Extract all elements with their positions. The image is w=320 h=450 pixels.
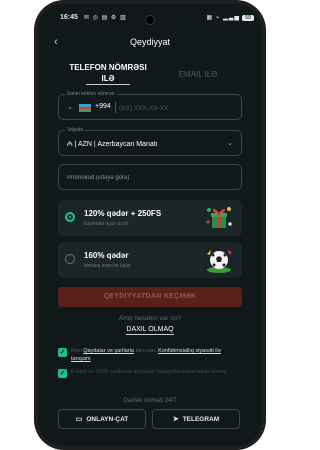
tab-phone-label-line2: ILƏ — [101, 74, 115, 83]
promo-code-field[interactable] — [58, 164, 242, 190]
online-chat-label: ONLAYN-ÇAT — [86, 416, 129, 423]
sms-consent-text: E-poçt və SMS vasitəsilə aksiyalar haqqı… — [71, 369, 227, 375]
currency-select[interactable]: Valyuta ₼ | AZN | Azerbaycan Manatı ⌄ — [58, 127, 242, 156]
telegram-button[interactable]: ➤ TELEGRAM — [152, 409, 240, 429]
telegram-label: TELEGRAM — [182, 416, 220, 423]
country-code: +994 — [95, 103, 111, 110]
bonus-title: 120% qədər + 250FS — [84, 209, 162, 218]
bonus-option-casino[interactable]: 120% qədər + 250FS kazinoda oyun üçün — [58, 200, 242, 236]
chevron-down-icon[interactable]: ⌄ — [227, 139, 233, 147]
page-title: Qeydiyyat — [129, 37, 171, 47]
tab-phone-label-line1: TELEFON NÖMRƏSI — [69, 63, 147, 72]
tab-phone[interactable]: TELEFON NÖMRƏSI ILƏ — [58, 62, 158, 85]
bonus-title: 160% qədər — [84, 251, 129, 260]
soccer-ball-icon — [207, 250, 232, 273]
phone-input[interactable] — [119, 101, 235, 115]
gift-box-icon — [206, 207, 232, 228]
battery-icon: 59 — [242, 15, 254, 21]
front-camera — [145, 15, 155, 25]
currency-value: ₼ | AZN | Azerbaycan Manatı — [67, 141, 158, 148]
chat-icon: ▭ — [75, 416, 83, 423]
bonus-subtitle: idmana mərclər üçün — [84, 263, 131, 269]
bonus-subtitle: kazinoda oyun üçün — [84, 221, 129, 227]
azerbaijan-flag-icon[interactable] — [79, 104, 91, 112]
header: ‹ Qeydiyyat — [38, 36, 262, 52]
privacy-link-suffix[interactable]: tanışam — [71, 356, 91, 362]
terms-text: Mən Qaydalar ve şartlarla tanışam. Konfi… — [71, 347, 241, 363]
terms-middle: tanışam. — [135, 348, 157, 354]
flag-stripe — [79, 109, 91, 112]
status-time: 16:45 — [60, 14, 78, 21]
notification-icons: ✉ ◎ ▤ ⚙ ▥ — [84, 15, 127, 21]
registration-tabs: TELEFON NÖMRƏSI ILƏ EMAIL ILƏ — [38, 62, 262, 92]
app-screen: 16:45 ✉ ◎ ▤ ⚙ ▥ ▦ ⌁ ▂▃▅ 59 ‹ Qeydiyyat T… — [38, 4, 262, 446]
radio-selected[interactable] — [65, 212, 75, 222]
terms-prefix: Mən — [71, 348, 82, 354]
register-button[interactable]: QEYDİYYATDAN KEÇMƏK — [58, 287, 242, 307]
promo-code-input[interactable] — [67, 171, 235, 185]
status-bar: 16:45 ✉ ◎ ▤ ⚙ ▥ ▦ ⌁ ▂▃▅ 59 — [38, 14, 262, 26]
chevron-down-icon[interactable]: ⌄ — [67, 103, 73, 111]
signal-wifi-icons: ▦ ⌁ ▂▃▅ — [206, 15, 240, 21]
support-label: Dəstek xidməti 24/7 — [123, 398, 177, 404]
online-chat-button[interactable]: ▭ ONLAYN-ÇAT — [58, 409, 146, 429]
login-link[interactable]: DAXIL OLMAQ — [126, 326, 174, 335]
terms-link[interactable]: Qaydalar ve şartlarla — [83, 348, 134, 354]
sms-checkbox[interactable]: ✓ — [58, 369, 67, 378]
have-account-text: Artıq hesabın var mı? — [118, 315, 182, 322]
login-link-wrapper: DAXIL OLMAQ — [38, 326, 262, 335]
bonus-option-sport[interactable]: 160% qədər idmana mərclər üçün — [58, 242, 242, 278]
phone-frame: 16:45 ✉ ◎ ▤ ⚙ ▥ ▦ ⌁ ▂▃▅ 59 ‹ Qeydiyyat T… — [34, 0, 266, 450]
terms-checkbox[interactable]: ✓ — [58, 348, 67, 357]
telegram-icon: ➤ — [172, 416, 179, 423]
phone-field-label: Sənin telefon nömrən — [65, 91, 117, 97]
privacy-link[interactable]: Konfidensiallıq siyasəti ilə — [158, 348, 221, 354]
phone-number-field[interactable]: Sənin telefon nömrən ⌄ +994 — [58, 91, 242, 120]
divider — [115, 102, 116, 113]
tab-email[interactable]: EMAIL ILƏ — [158, 70, 238, 79]
radio-unselected[interactable] — [65, 254, 75, 264]
currency-field-label: Valyuta — [65, 127, 86, 133]
active-tab-indicator — [86, 84, 130, 85]
